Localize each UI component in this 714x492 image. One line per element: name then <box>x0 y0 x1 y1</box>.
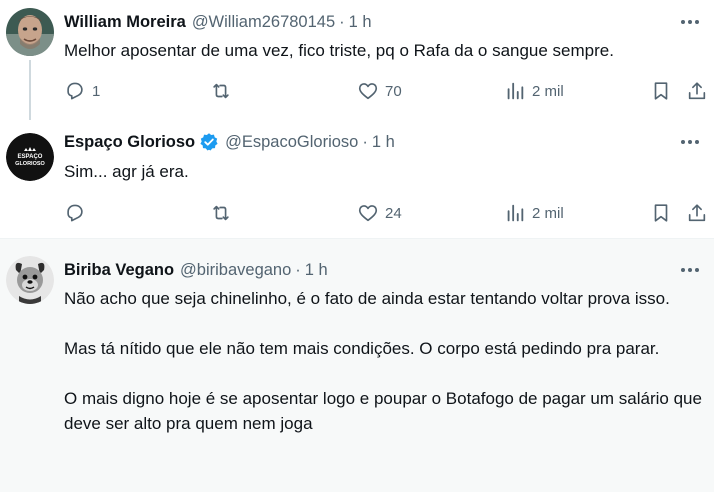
avatar[interactable]: ESPAÇO GLORIOSO <box>6 133 54 181</box>
reply-icon <box>67 204 83 222</box>
tweet[interactable]: ESPAÇO GLORIOSO Espaço Glorioso @EspacoG… <box>0 120 714 238</box>
like-button[interactable]: 24 <box>357 201 402 225</box>
svg-text:GLORIOSO: GLORIOSO <box>15 161 45 167</box>
views-button[interactable]: 2 mil <box>504 79 564 103</box>
views-button[interactable]: 2 mil <box>504 201 564 225</box>
reply-icon <box>67 82 83 100</box>
timestamp[interactable]: 1 h <box>305 261 328 280</box>
cartoon-dog-avatar-icon <box>6 256 54 304</box>
heart-icon <box>358 83 378 100</box>
action-bar: 1 70 2 mil <box>64 79 712 103</box>
views-count: 2 mil <box>532 82 564 100</box>
reply-button[interactable]: 1 <box>64 79 100 103</box>
display-name[interactable]: Biriba Vegano <box>64 261 174 280</box>
retweet-button[interactable] <box>210 79 238 103</box>
share-button[interactable] <box>686 79 708 103</box>
bookmark-button[interactable] <box>650 79 672 103</box>
reply-button[interactable] <box>64 201 92 225</box>
separator-dot: · <box>295 260 301 279</box>
user-handle[interactable]: @EspacoGlorioso <box>225 133 358 152</box>
tweet-paragraph: Não acho que seja chinelinho, é o fato d… <box>64 289 670 308</box>
share-icon <box>688 82 706 100</box>
share-icon <box>688 204 706 222</box>
retweet-icon <box>213 205 229 221</box>
more-options-icon[interactable] <box>676 131 704 153</box>
tweet[interactable]: William Moreira @William26780145 · 1 h M… <box>0 0 714 120</box>
tweet-paragraph: Mas tá nítido que ele não tem mais condi… <box>64 339 660 358</box>
bookmark-button[interactable] <box>650 201 672 225</box>
timestamp[interactable]: 1 h <box>372 133 395 152</box>
thread-connector-line <box>29 60 31 120</box>
avatar[interactable] <box>6 256 54 304</box>
bookmark-icon <box>654 204 668 222</box>
action-bar: 24 2 mil <box>64 201 712 225</box>
user-handle[interactable]: @biribavegano <box>180 261 291 280</box>
svg-text:ESPAÇO: ESPAÇO <box>18 154 43 160</box>
tweet-paragraph: Sim... agr já era. <box>64 162 189 181</box>
views-count: 2 mil <box>532 204 564 222</box>
espaco-glorioso-logo-icon: ESPAÇO GLORIOSO <box>6 133 54 181</box>
heart-icon <box>358 205 378 222</box>
tweet-paragraph: O mais digno hoje é se aposentar logo e … <box>64 389 702 433</box>
timestamp[interactable]: 1 h <box>349 13 372 32</box>
retweet-icon <box>213 83 229 99</box>
display-name[interactable]: Espaço Glorioso <box>64 133 195 152</box>
analytics-icon <box>507 204 524 222</box>
share-button[interactable] <box>686 201 708 225</box>
tweet-header: William Moreira @William26780145 · 1 h <box>64 11 372 33</box>
like-count: 70 <box>385 82 402 100</box>
person-photo-avatar-icon <box>6 8 54 56</box>
tweet-header: Biriba Vegano @biribavegano · 1 h <box>64 259 328 281</box>
tweet-text: Não acho que seja chinelinho, é o fato d… <box>64 286 704 436</box>
analytics-icon <box>507 82 524 100</box>
tweet-paragraph: Melhor aposentar de uma vez, fico triste… <box>64 41 614 60</box>
more-options-icon[interactable] <box>676 259 704 281</box>
tweet-text: Sim... agr já era. <box>64 159 704 184</box>
tweet-text: Melhor aposentar de uma vez, fico triste… <box>64 38 704 63</box>
tweet-header: Espaço Glorioso @EspacoGlorioso · 1 h <box>64 131 395 153</box>
display-name[interactable]: William Moreira <box>64 13 186 32</box>
more-options-icon[interactable] <box>676 11 704 33</box>
retweet-button[interactable] <box>210 201 238 225</box>
avatar[interactable] <box>6 8 54 56</box>
bookmark-icon <box>654 82 668 100</box>
tweet-highlighted[interactable]: Biriba Vegano @biribavegano · 1 h Não ac… <box>0 238 714 492</box>
separator-dot: · <box>339 12 345 31</box>
verified-badge-icon <box>199 132 219 152</box>
reply-count: 1 <box>92 82 101 100</box>
like-count: 24 <box>385 204 402 222</box>
like-button[interactable]: 70 <box>357 79 402 103</box>
user-handle[interactable]: @William26780145 <box>192 13 335 32</box>
separator-dot: · <box>362 132 368 151</box>
